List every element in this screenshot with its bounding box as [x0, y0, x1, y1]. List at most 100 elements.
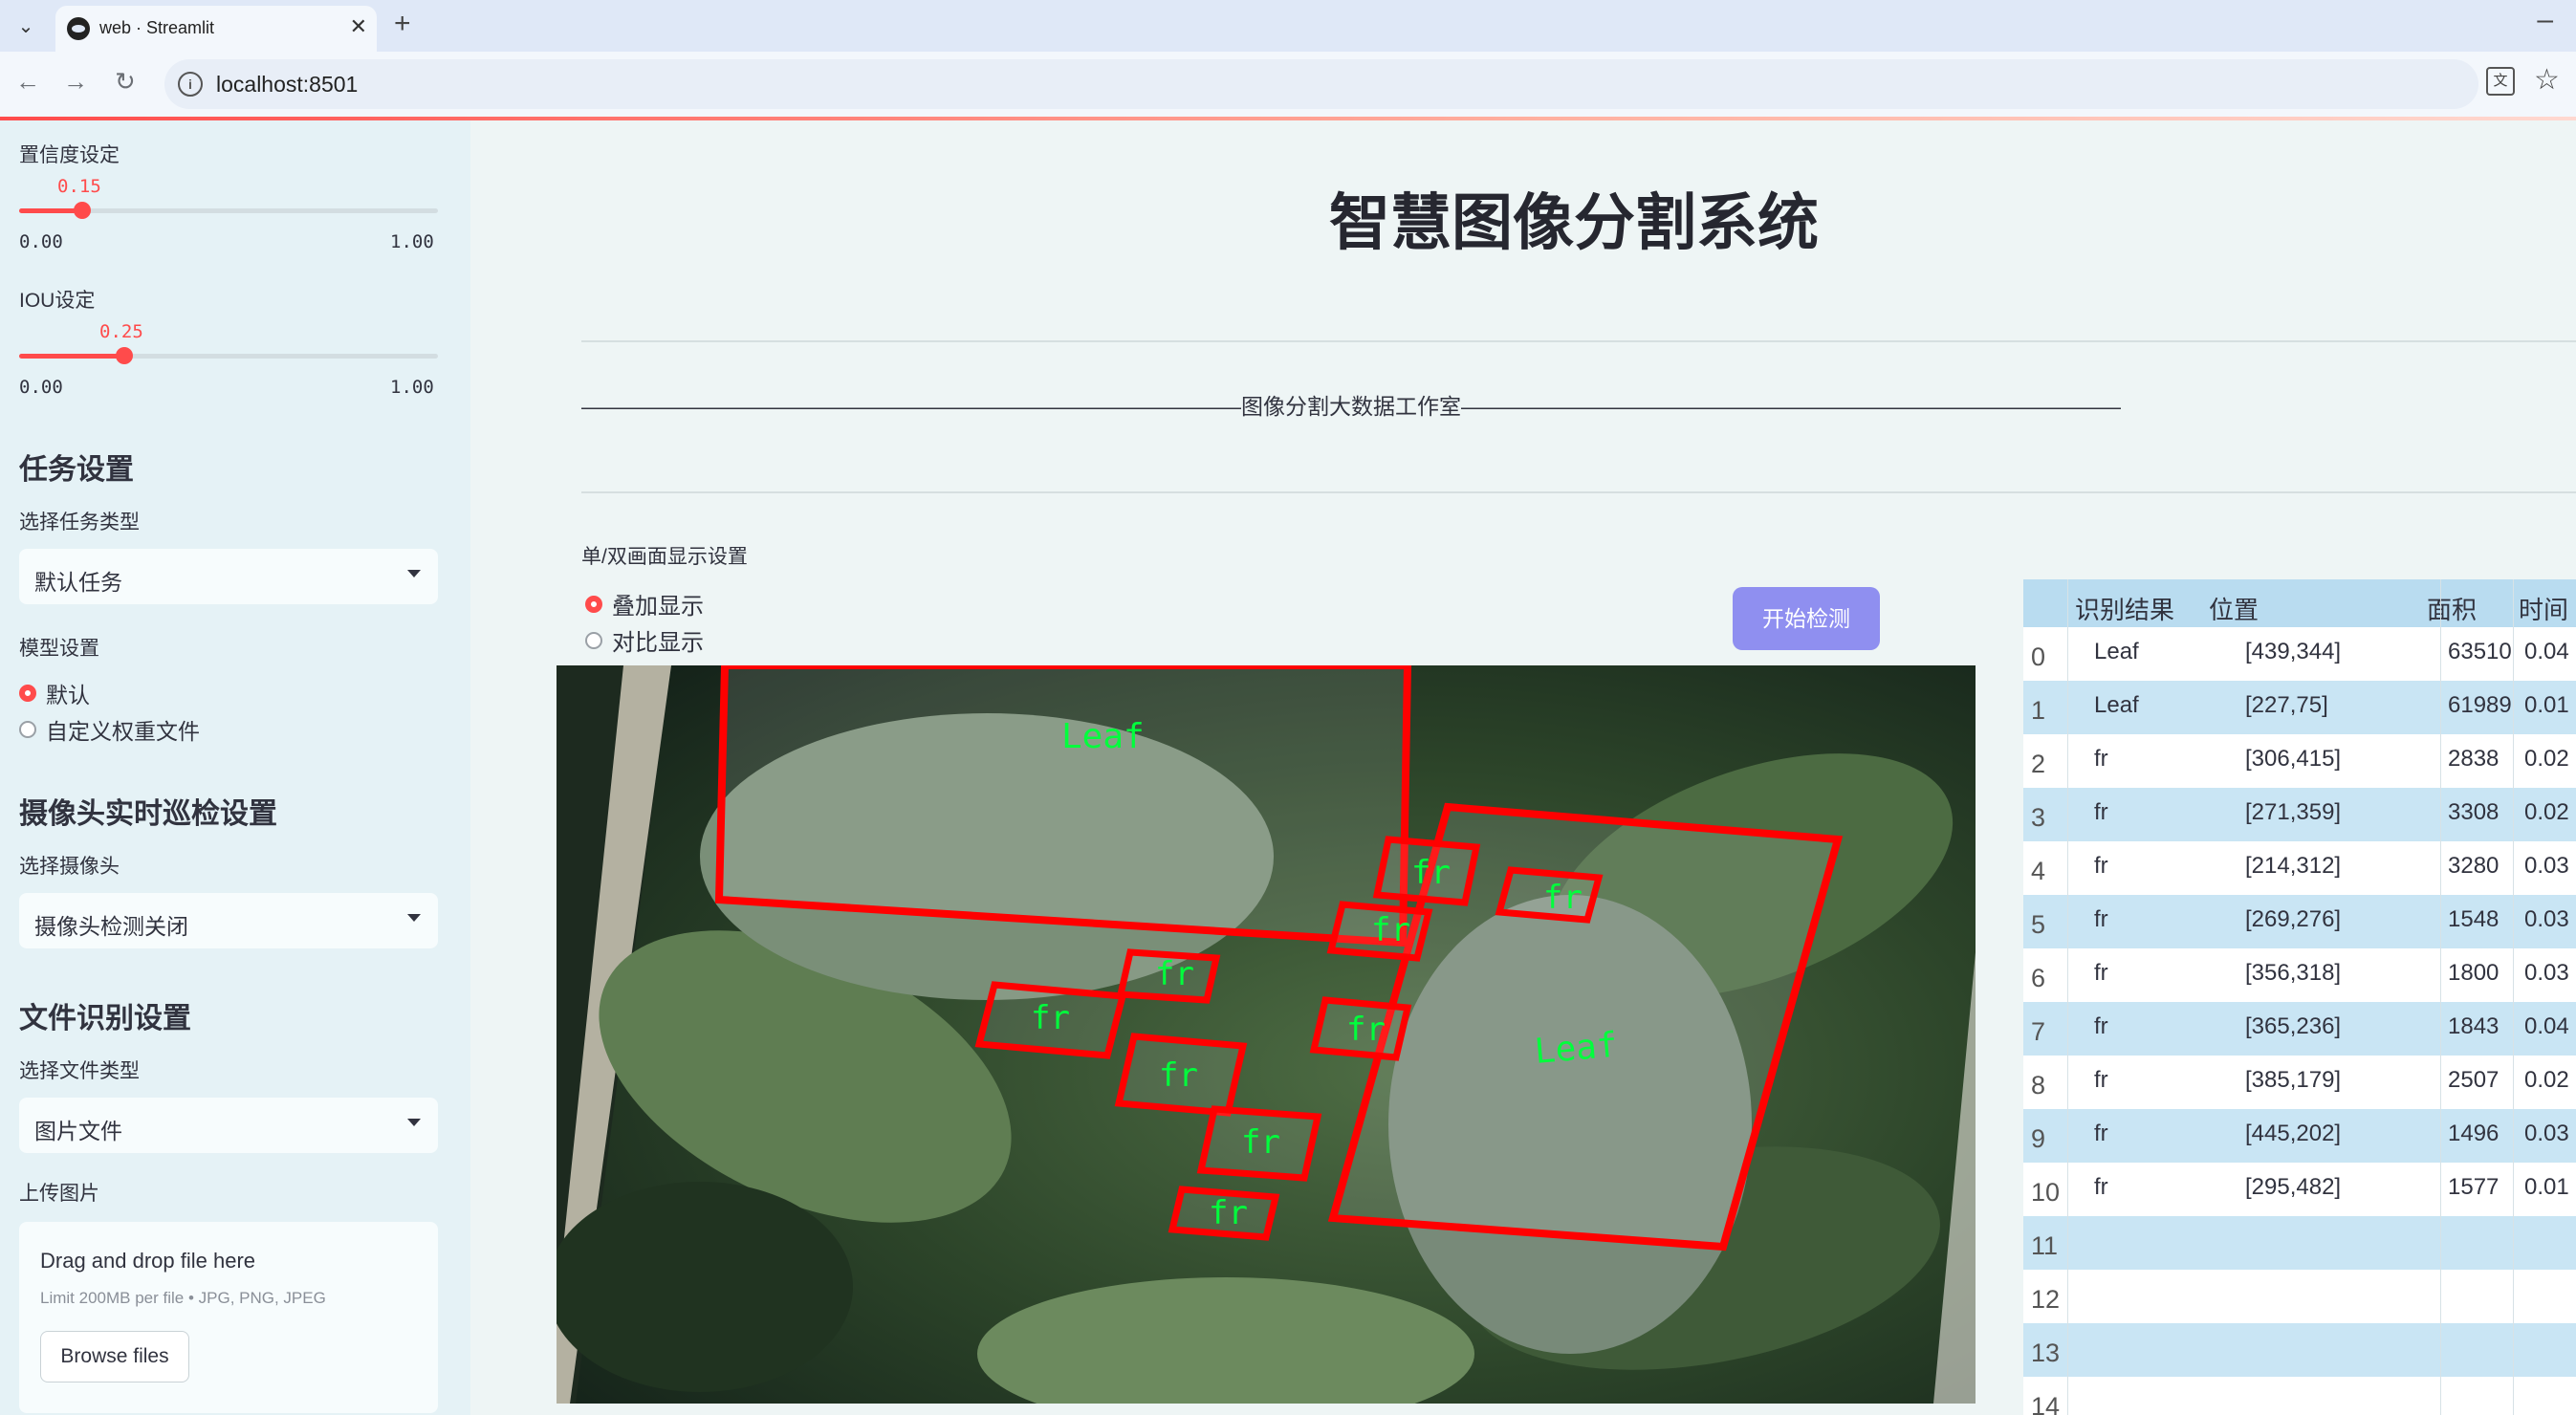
iou-slider[interactable]	[19, 347, 438, 364]
cell-time: 0.03	[2524, 853, 2569, 879]
browser-tab[interactable]: web · Streamlit ✕	[55, 6, 377, 52]
cell-result: fr	[2094, 1067, 2108, 1093]
minimize-icon[interactable]: –	[2537, 4, 2553, 36]
column-header-position[interactable]: 位置	[2209, 591, 2259, 626]
confidence-thumb[interactable]	[74, 202, 91, 219]
cell-time: 0.01	[2524, 1174, 2569, 1200]
segmentation-canvas: Leaf Leaf fr fr fr fr fr fr fr fr fr	[547, 662, 1976, 1415]
cell-index: 5	[2031, 910, 2046, 939]
cell-area: 3280	[2448, 853, 2500, 879]
cell-index: 7	[2031, 1017, 2046, 1046]
confidence-max: 1.00	[390, 231, 434, 252]
cell-position: [356,318]	[2245, 960, 2342, 986]
table-row[interactable]: 0 Leaf [439,344] 63510 0.04	[2023, 627, 2576, 681]
browse-files-button[interactable]: Browse files	[40, 1331, 189, 1382]
cell-area: 61989	[2448, 692, 2512, 718]
cell-area: 1496	[2448, 1121, 2500, 1146]
cell-position: [214,312]	[2245, 853, 2342, 879]
url-input[interactable]: i localhost:8501	[164, 59, 2478, 109]
back-icon[interactable]: ←	[15, 67, 40, 97]
address-bar: ← → ↻ i localhost:8501 文 ☆	[0, 52, 2576, 117]
file-type-select[interactable]: 图片文件	[19, 1098, 438, 1153]
confidence-label: 置信度设定	[19, 144, 120, 166]
iou-min: 0.00	[19, 377, 63, 398]
table-row[interactable]: 2 fr [306,415] 2838 0.02	[2023, 734, 2576, 788]
translate-icon[interactable]: 文	[2486, 67, 2515, 96]
file-dropzone[interactable]: Drag and drop file here Limit 200MB per …	[19, 1222, 438, 1413]
display-mode-overlay-radio[interactable]: 叠加显示	[585, 587, 704, 620]
results-table[interactable]: 识别结果 位置 面积 时间 0 Leaf [439,344] 63510 0.04 1 Le…	[2023, 579, 2576, 1415]
table-row[interactable]: 6 fr [356,318] 1800 0.03	[2023, 948, 2576, 1002]
radio-unselected-icon	[19, 721, 36, 738]
fr-box-label: fr	[1371, 911, 1410, 949]
cell-index: 14	[2031, 1392, 2061, 1415]
forward-icon[interactable]: →	[63, 67, 88, 97]
model-option-label: 默认	[46, 683, 90, 708]
cell-index: 3	[2031, 803, 2046, 832]
iou-thumb[interactable]	[116, 347, 133, 364]
table-row[interactable]: 11	[2023, 1216, 2576, 1270]
task-type-label: 选择任务类型	[19, 512, 140, 533]
table-row[interactable]: 8 fr [385,179] 2507 0.02	[2023, 1056, 2576, 1109]
column-header-result[interactable]: 识别结果	[2075, 591, 2174, 626]
cell-time: 0.02	[2524, 746, 2569, 772]
tab-title: web · Streamlit	[99, 18, 215, 37]
confidence-min: 0.00	[19, 231, 63, 252]
cell-time: 0.04	[2524, 1013, 2569, 1039]
start-detection-button[interactable]: 开始检测	[1733, 587, 1880, 650]
task-type-select[interactable]: 默认任务	[19, 549, 438, 604]
cell-result: Leaf	[2094, 639, 2139, 664]
reload-icon[interactable]: ↻	[115, 67, 136, 97]
star-icon[interactable]: ☆	[2534, 63, 2560, 97]
url-text: localhost:8501	[216, 72, 359, 97]
cell-time: 0.03	[2524, 960, 2569, 986]
table-row[interactable]: 4 fr [214,312] 3280 0.03	[2023, 841, 2576, 895]
table-row[interactable]: 5 fr [269,276] 1548 0.03	[2023, 895, 2576, 948]
new-tab-icon[interactable]: +	[394, 8, 411, 40]
cell-index: 0	[2031, 642, 2046, 671]
cell-area: 1800	[2448, 960, 2500, 986]
model-radio-default[interactable]: 默认	[19, 677, 90, 709]
leaf-bounding-box	[714, 662, 1412, 947]
cell-position: [385,179]	[2245, 1067, 2342, 1093]
table-row[interactable]: 3 fr [271,359] 3308 0.02	[2023, 788, 2576, 841]
display-mode-compare-radio[interactable]: 对比显示	[585, 623, 704, 657]
cell-result: fr	[2094, 1174, 2108, 1200]
model-label: 模型设置	[19, 638, 99, 660]
info-icon[interactable]: i	[178, 72, 203, 97]
table-row[interactable]: 14	[2023, 1377, 2576, 1415]
cell-result: fr	[2094, 906, 2108, 932]
table-row[interactable]: 9 fr [445,202] 1496 0.03	[2023, 1109, 2576, 1163]
model-radio-custom[interactable]: 自定义权重文件	[19, 713, 200, 746]
table-row[interactable]: 10 fr [295,482] 1577 0.01	[2023, 1163, 2576, 1216]
table-row[interactable]: 1 Leaf [227,75] 61989 0.01	[2023, 681, 2576, 734]
upload-label: 上传图片	[19, 1183, 99, 1205]
iou-max: 1.00	[390, 377, 434, 398]
confidence-value: 0.15	[57, 176, 101, 197]
tab-menu-icon[interactable]: ⌄	[10, 10, 42, 42]
chevron-down-icon	[407, 914, 421, 922]
close-icon[interactable]: ✕	[350, 14, 367, 39]
radio-unselected-icon	[585, 631, 602, 649]
fr-box-label: fr	[1241, 1123, 1280, 1162]
task-type-value: 默认任务	[34, 570, 122, 595]
camera-heading: 摄像头实时巡检设置	[19, 798, 277, 830]
fr-box-label: fr	[1346, 1011, 1386, 1049]
table-row[interactable]: 12	[2023, 1270, 2576, 1323]
cell-position: [227,75]	[2245, 692, 2328, 718]
column-header-area[interactable]: 面积	[2427, 591, 2477, 626]
cell-area: 2838	[2448, 746, 2500, 772]
table-row[interactable]: 7 fr [365,236] 1843 0.04	[2023, 1002, 2576, 1056]
column-divider	[2513, 579, 2514, 1415]
dropzone-limit: Limit 200MB per file • JPG, PNG, JPEG	[40, 1289, 326, 1307]
page-title: 智慧图像分割系统	[1329, 188, 1819, 257]
column-header-time[interactable]: 时间	[2519, 591, 2568, 626]
cell-area: 1577	[2448, 1174, 2500, 1200]
cell-position: [365,236]	[2245, 1013, 2342, 1039]
confidence-slider[interactable]	[19, 202, 438, 219]
cell-time: 0.02	[2524, 1067, 2569, 1093]
table-row[interactable]: 13	[2023, 1323, 2576, 1377]
chevron-down-icon	[407, 570, 421, 577]
leaf-box-label: Leaf	[1533, 1026, 1619, 1072]
camera-select[interactable]: 摄像头检测关闭	[19, 893, 438, 948]
